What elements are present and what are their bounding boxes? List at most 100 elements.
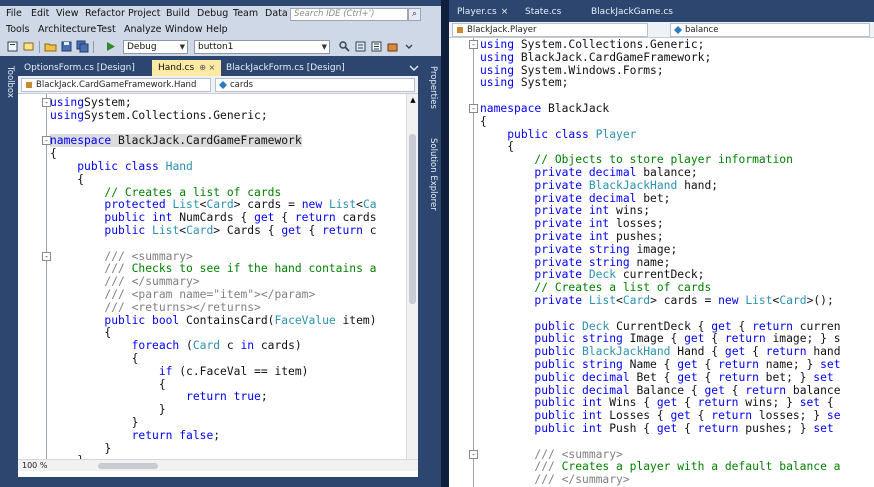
close-icon[interactable]: × bbox=[501, 7, 509, 17]
menu-edit[interactable]: Edit bbox=[31, 8, 49, 19]
pin-close-icon[interactable]: ⊕ × bbox=[199, 63, 215, 72]
menu-file[interactable]: File bbox=[6, 8, 22, 19]
code-line[interactable]: public bool ContainsCard(FaceValue item) bbox=[50, 314, 376, 327]
menu-refactor[interactable]: Refactor bbox=[85, 8, 125, 19]
scroll-thumb[interactable] bbox=[98, 463, 158, 469]
code-line[interactable]: /// Creates a player with a default bala… bbox=[480, 460, 840, 473]
code-line[interactable]: private int wins; bbox=[480, 204, 650, 217]
find-target-select[interactable]: button1 ▼ bbox=[194, 40, 330, 54]
code-line[interactable]: public class Hand bbox=[50, 160, 193, 173]
collapse-outline-icon[interactable]: - bbox=[469, 449, 478, 459]
save-all-icon[interactable] bbox=[76, 40, 89, 53]
search-icon[interactable]: ⌕ bbox=[408, 8, 421, 21]
new-project-icon[interactable] bbox=[6, 40, 19, 53]
code-line[interactable]: { bbox=[50, 326, 111, 339]
code-line[interactable]: private BlackJackHand hand; bbox=[480, 179, 718, 192]
code-line[interactable]: public decimal Balance { get { return ba… bbox=[480, 384, 840, 397]
code-line[interactable]: usingSystem; bbox=[50, 96, 132, 109]
toolbox-icon[interactable] bbox=[386, 40, 399, 53]
menu-team[interactable]: Team bbox=[233, 8, 258, 19]
search-input[interactable]: Search IDE (Ctrl+') bbox=[290, 8, 408, 21]
horizontal-scrollbar[interactable]: 100 % bbox=[18, 459, 418, 471]
code-line[interactable]: // Creates a list of cards bbox=[50, 186, 281, 199]
code-line[interactable]: { bbox=[50, 352, 139, 365]
code-line[interactable]: } bbox=[50, 416, 139, 429]
find-in-files-icon[interactable] bbox=[338, 40, 351, 53]
tab-player-cs[interactable]: Player.cs × bbox=[451, 4, 514, 20]
code-line[interactable]: public int Losses { get { return losses;… bbox=[480, 409, 840, 422]
menu-help[interactable]: Help bbox=[206, 24, 228, 35]
menu-project[interactable]: Project bbox=[128, 8, 161, 19]
add-item-icon[interactable] bbox=[22, 40, 35, 53]
tab-state-cs[interactable]: State.cs bbox=[519, 4, 567, 20]
code-line[interactable]: { bbox=[50, 147, 57, 160]
code-view[interactable]: usingSystem; usingSystem.Collections.Gene… bbox=[18, 94, 406, 459]
tab-hand-cs[interactable]: Hand.cs ⊕ × bbox=[152, 60, 222, 76]
code-line[interactable]: // Objects to store player information bbox=[480, 153, 792, 166]
code-line[interactable]: using BlackJack.CardGameFramework; bbox=[480, 51, 711, 64]
code-line[interactable]: using System.Windows.Forms; bbox=[480, 64, 664, 77]
code-line[interactable]: private decimal bet; bbox=[480, 192, 670, 205]
code-line[interactable]: private int losses; bbox=[480, 217, 663, 230]
open-file-icon[interactable] bbox=[44, 40, 57, 53]
save-icon[interactable] bbox=[60, 40, 73, 53]
collapse-outline-icon[interactable]: - bbox=[42, 98, 51, 107]
code-line[interactable]: public int Push { get { return pushes; }… bbox=[480, 422, 833, 435]
tab-blackjackform-design[interactable]: BlackJackForm.cs [Design] bbox=[220, 60, 351, 76]
code-line[interactable]: private int pushes; bbox=[480, 230, 663, 243]
code-line[interactable]: public int NumCards { get { return cards bbox=[50, 211, 376, 224]
code-line[interactable]: using System; bbox=[480, 76, 568, 89]
menu-analyze[interactable]: Analyze bbox=[124, 24, 161, 35]
code-line[interactable]: /// </summary> bbox=[480, 473, 629, 486]
code-line[interactable]: public string Image { get { return image… bbox=[480, 332, 840, 345]
menu-test[interactable]: Test bbox=[97, 24, 116, 35]
code-editor-hand[interactable]: BlackJack.CardGameFramework.Hand cards u… bbox=[18, 76, 418, 477]
tab-dropdown-icon[interactable] bbox=[409, 64, 419, 73]
type-dropdown[interactable]: BlackJack.CardGameFramework.Hand bbox=[21, 78, 211, 92]
code-line[interactable]: namespace BlackJack.CardGameFramework bbox=[50, 134, 302, 148]
code-line[interactable]: return false; bbox=[50, 429, 220, 442]
menu-architecture[interactable]: Architecture bbox=[38, 24, 96, 35]
code-line[interactable]: private string image; bbox=[480, 243, 677, 256]
start-debugging-icon[interactable] bbox=[104, 40, 117, 53]
properties-label[interactable]: Properties bbox=[428, 66, 438, 109]
scroll-thumb[interactable] bbox=[409, 134, 416, 304]
overflow-icon[interactable] bbox=[402, 40, 415, 53]
code-line[interactable]: { bbox=[480, 140, 514, 153]
code-line[interactable]: { bbox=[50, 173, 84, 186]
code-line[interactable]: /// <summary> bbox=[480, 448, 622, 461]
solution-explorer-icon[interactable] bbox=[354, 40, 367, 53]
code-line[interactable]: { bbox=[50, 378, 166, 391]
code-line[interactable]: /// Checks to see if the hand contains a bbox=[50, 262, 376, 275]
code-line[interactable]: /// <summary> bbox=[50, 250, 192, 263]
code-line[interactable]: public class Player bbox=[480, 128, 636, 141]
code-line[interactable]: public BlackJackHand Hand { get { return… bbox=[480, 345, 840, 358]
code-line[interactable]: } bbox=[50, 442, 111, 455]
code-line[interactable]: if (c.FaceVal == item) bbox=[50, 365, 309, 378]
scroll-up-icon[interactable]: ▲ bbox=[409, 96, 417, 104]
properties-icon[interactable] bbox=[370, 40, 383, 53]
toolbox-label[interactable]: Toolbox bbox=[5, 66, 15, 98]
tab-optionsform-design[interactable]: OptionsForm.cs [Design] bbox=[18, 60, 141, 76]
code-line[interactable]: return true; bbox=[50, 390, 268, 403]
collapse-outline-icon[interactable]: - bbox=[469, 40, 478, 49]
code-line[interactable]: /// <param name="item"></param> bbox=[50, 288, 315, 301]
menu-data[interactable]: Data bbox=[265, 8, 288, 19]
menu-window[interactable]: Window bbox=[165, 24, 202, 35]
code-line[interactable]: public int Wins { get { return wins; } s… bbox=[480, 396, 833, 409]
code-line[interactable]: private List<Card> cards = new List<Card… bbox=[480, 294, 833, 307]
collapse-outline-icon[interactable]: - bbox=[469, 104, 478, 113]
solution-configuration-select[interactable]: Debug ▼ bbox=[123, 40, 188, 54]
menu-build[interactable]: Build bbox=[166, 8, 190, 19]
member-dropdown[interactable]: balance bbox=[670, 23, 870, 37]
toolbox-dock[interactable]: Toolbox bbox=[0, 58, 18, 118]
code-line[interactable]: /// <returns></returns> bbox=[50, 301, 260, 314]
code-line[interactable]: private decimal balance; bbox=[480, 166, 697, 179]
collapse-outline-icon[interactable]: - bbox=[42, 251, 51, 261]
code-editor-player[interactable]: using System.Collections.Generic; using B… bbox=[449, 38, 874, 487]
code-line[interactable]: /// </summary> bbox=[50, 275, 199, 288]
code-line[interactable]: public List<Card> Cards { get { return c bbox=[50, 224, 376, 237]
code-line[interactable]: public Deck CurrentDeck { get { return c… bbox=[480, 320, 840, 333]
collapse-outline-icon[interactable]: - bbox=[42, 136, 51, 146]
code-line[interactable]: using System.Collections.Generic; bbox=[480, 38, 704, 51]
